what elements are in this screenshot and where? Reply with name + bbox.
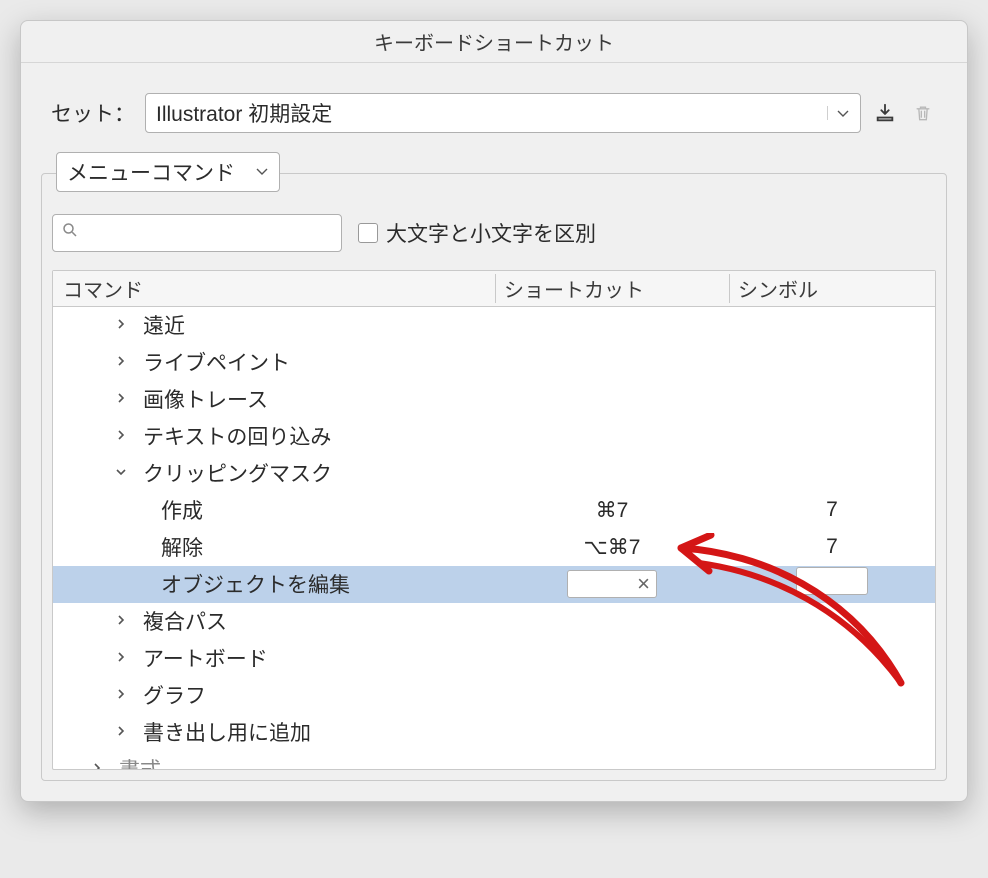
table-row[interactable]: 書き出し用に追加 — [53, 714, 935, 751]
symbol-value: 7 — [826, 498, 838, 521]
row-label: オブジェクトを編集 — [161, 569, 350, 599]
row-label: テキストの回り込み — [143, 421, 331, 451]
col-command[interactable]: コマンド — [53, 274, 495, 303]
table-row[interactable]: クリッピングマスク — [53, 455, 935, 492]
row-label: 書き出し用に追加 — [143, 717, 311, 747]
table-row[interactable]: ライブペイント — [53, 344, 935, 381]
set-select[interactable]: Illustrator 初期設定 — [145, 93, 861, 133]
set-value: Illustrator 初期設定 — [156, 98, 332, 128]
commands-fieldset: メニューコマンド 大文字と小文字を区別 — [41, 173, 947, 781]
col-symbol[interactable]: シンボル — [729, 274, 935, 303]
set-row: セット： Illustrator 初期設定 — [41, 93, 947, 133]
scope-select[interactable]: メニューコマンド — [56, 152, 280, 192]
chevron-right-icon[interactable] — [113, 354, 129, 370]
table-row[interactable]: アートボード — [53, 640, 935, 677]
table-header: コマンド ショートカット シンボル — [53, 271, 935, 307]
chevron-down-icon — [827, 106, 850, 120]
table-row[interactable]: テキストの回り込み — [53, 418, 935, 455]
delete-set-button — [909, 99, 937, 127]
dialog-title-text: キーボードショートカット — [374, 27, 614, 56]
table-row[interactable]: 解除 ⌥⌘7 7 — [53, 529, 935, 566]
table-body[interactable]: 遠近ライブペイント画像トレーステキストの回り込みクリッピングマスク作成⌘77解除… — [53, 307, 935, 769]
row-label: 遠近 — [143, 310, 185, 340]
chevron-right-icon[interactable] — [113, 391, 129, 407]
row-label: 作成 — [161, 495, 203, 525]
chevron-right-icon[interactable] — [113, 317, 129, 333]
table-row[interactable]: 複合パス — [53, 603, 935, 640]
table-row[interactable]: 遠近 — [53, 307, 935, 344]
search-input-wrap — [52, 214, 342, 252]
row-label: クリッピングマスク — [143, 458, 332, 488]
search-icon — [61, 221, 79, 245]
search-row: 大文字と小文字を区別 — [52, 214, 936, 252]
shortcut-value: ⌥⌘7 — [584, 536, 641, 559]
save-set-button[interactable] — [871, 99, 899, 127]
row-label: グラフ — [143, 680, 206, 710]
case-sensitive-label: 大文字と小文字を区別 — [386, 218, 596, 248]
row-label: 複合パス — [143, 606, 227, 636]
dialog-title: キーボードショートカット — [21, 21, 967, 63]
col-shortcut[interactable]: ショートカット — [495, 274, 729, 303]
shortcut-value: ⌘7 — [596, 499, 629, 522]
table-row[interactable]: 書式 — [53, 751, 935, 769]
table-row[interactable]: 作成 ⌘7 7 — [53, 492, 935, 529]
symbol-value: 7 — [826, 535, 838, 558]
symbol-input[interactable] — [796, 567, 868, 595]
chevron-right-icon[interactable] — [113, 650, 129, 666]
clear-icon[interactable]: × — [637, 573, 650, 595]
row-label: 画像トレース — [143, 384, 268, 414]
table-row[interactable]: 画像トレース — [53, 381, 935, 418]
search-input[interactable] — [85, 223, 333, 244]
set-label: セット： — [51, 98, 135, 128]
shortcuts-table: コマンド ショートカット シンボル 遠近ライブペイント画像トレーステキストの回り… — [52, 270, 936, 770]
table-row[interactable]: オブジェクトを編集 × — [53, 566, 935, 603]
table-row[interactable]: グラフ — [53, 677, 935, 714]
case-sensitive-option[interactable]: 大文字と小文字を区別 — [358, 218, 596, 248]
shortcut-input[interactable]: × — [567, 570, 657, 598]
dialog-content: セット： Illustrator 初期設定 メニューコマンド — [21, 63, 967, 801]
chevron-right-icon[interactable] — [113, 613, 129, 629]
checkbox-icon — [358, 223, 378, 243]
chevron-right-icon[interactable] — [89, 761, 105, 769]
chevron-down-icon — [255, 160, 269, 184]
keyboard-shortcuts-dialog: キーボードショートカット セット： Illustrator 初期設定 メニューコ… — [20, 20, 968, 802]
row-label: アートボード — [143, 643, 268, 673]
row-label: 解除 — [161, 532, 203, 562]
chevron-down-icon[interactable] — [113, 465, 129, 481]
chevron-right-icon[interactable] — [113, 687, 129, 703]
chevron-right-icon[interactable] — [113, 724, 129, 740]
row-label: ライブペイント — [143, 347, 290, 377]
row-label: 書式 — [119, 754, 161, 769]
chevron-right-icon[interactable] — [113, 428, 129, 444]
scope-value: メニューコマンド — [67, 157, 235, 187]
